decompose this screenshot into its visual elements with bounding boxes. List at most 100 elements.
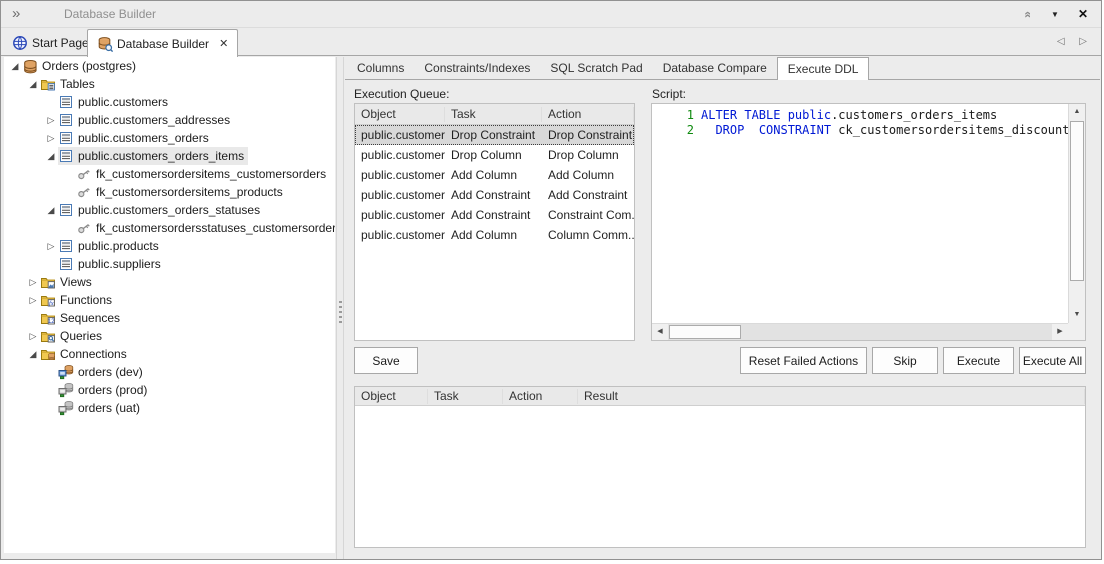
column-header-action[interactable]: Action bbox=[503, 389, 578, 404]
sql-text bbox=[701, 123, 715, 137]
tree-item-public-customers-orders[interactable]: ▷public.customers_orders bbox=[4, 129, 335, 147]
expander-expanded-icon[interactable]: ◢ bbox=[26, 79, 40, 90]
expander-expanded-icon[interactable]: ◢ bbox=[44, 151, 58, 162]
column-header-result[interactable]: Result bbox=[578, 389, 1085, 404]
script-label: Script: bbox=[652, 87, 686, 101]
tree-item-fk-customersordersstatuses-customersorders[interactable]: fk_customersordersstatuses_customersorde… bbox=[4, 219, 335, 237]
expander-expanded-icon[interactable]: ◢ bbox=[26, 349, 40, 360]
tab-constraints-indexes[interactable]: Constraints/Indexes bbox=[414, 57, 540, 79]
tree-item-body: public.customers_orders_statuses bbox=[58, 201, 264, 219]
sql-line: 1ALTER TABLE public.customers_orders_ite… bbox=[652, 108, 1068, 123]
panel-menu-dropdown-icon[interactable]: ▼ bbox=[1043, 1, 1067, 28]
queue-row[interactable]: public.customer...Drop ConstraintDrop Co… bbox=[355, 125, 634, 145]
expander-expanded-icon[interactable]: ◢ bbox=[8, 61, 22, 72]
queue-row[interactable]: public.customer...Add ColumnColumn Comm.… bbox=[355, 225, 634, 245]
tree-item-label: Connections bbox=[60, 347, 127, 361]
scroll-left-icon[interactable]: ◀ bbox=[652, 324, 668, 340]
expander-collapsed-icon[interactable]: ▷ bbox=[26, 277, 40, 288]
tree-item-fk-customersordersitems-customersorders[interactable]: fk_customersordersitems_customersorders bbox=[4, 165, 335, 183]
tree-item-orders-postgres[interactable]: ◢Orders (postgres) bbox=[4, 57, 335, 75]
tree-item-orders-dev[interactable]: orders (dev) bbox=[4, 363, 335, 381]
tab-columns[interactable]: Columns bbox=[347, 57, 414, 79]
tree-item-orders-uat[interactable]: orders (uat) bbox=[4, 399, 335, 417]
tree-item-label: orders (uat) bbox=[78, 401, 140, 415]
tree-item-orders-prod[interactable]: orders (prod) bbox=[4, 381, 335, 399]
tab-execute-ddl[interactable]: Execute DDL bbox=[777, 57, 870, 80]
skip-button[interactable]: Skip bbox=[872, 347, 938, 374]
tab-nav-arrows-icon[interactable]: ◁ ▷ bbox=[1057, 36, 1093, 47]
execute-button[interactable]: Execute bbox=[943, 347, 1014, 374]
tree-item-label: public.customers_addresses bbox=[78, 113, 230, 127]
tree-item-body: public.suppliers bbox=[58, 255, 165, 273]
tab-close-icon[interactable]: ✕ bbox=[219, 37, 228, 50]
vertical-scroll-thumb[interactable] bbox=[1070, 121, 1084, 281]
tree-item-public-customers-orders-statuses[interactable]: ◢public.customers_orders_statuses bbox=[4, 201, 335, 219]
scroll-up-icon[interactable]: ▲ bbox=[1069, 104, 1085, 120]
expander-collapsed-icon[interactable]: ▷ bbox=[26, 295, 40, 306]
expander-collapsed-icon[interactable]: ▷ bbox=[44, 115, 58, 126]
table-icon bbox=[58, 130, 74, 146]
close-panel-icon[interactable]: ✕ bbox=[1071, 1, 1095, 28]
column-header-object[interactable]: Object bbox=[355, 389, 428, 404]
sql-keyword: CONSTRAINT bbox=[759, 123, 831, 137]
tree-item-tables[interactable]: ◢ Tables bbox=[4, 75, 335, 93]
queue-cell: Constraint Com... bbox=[542, 208, 634, 222]
functions-folder-icon: fx bbox=[40, 292, 56, 308]
tree-item-label: Tables bbox=[60, 77, 95, 91]
tree-item-body: fxFunctions bbox=[40, 291, 116, 309]
sql-text: ck_customersordersitems_discount bbox=[838, 123, 1068, 137]
tree-item-public-suppliers[interactable]: public.suppliers bbox=[4, 255, 335, 273]
column-header-object[interactable]: Object bbox=[355, 107, 445, 122]
tree-item-public-customers-orders-items[interactable]: ◢public.customers_orders_items bbox=[4, 147, 335, 165]
database-icon bbox=[22, 58, 38, 74]
tree-item-views[interactable]: ▷Views bbox=[4, 273, 335, 291]
tree-item-public-customers[interactable]: public.customers bbox=[4, 93, 335, 111]
tree-item-label: fk_customersordersstatuses_customersorde… bbox=[96, 221, 335, 235]
queue-row[interactable]: public.customer...Drop ColumnDrop Column bbox=[355, 145, 634, 165]
tab-start-page[interactable]: Start Page bbox=[3, 29, 98, 56]
tree-item-functions[interactable]: ▷fxFunctions bbox=[4, 291, 335, 309]
jump-to-icon[interactable]: » bbox=[12, 5, 20, 22]
queue-row[interactable]: public.customer...Add ConstraintConstrai… bbox=[355, 205, 634, 225]
tree-item-queries[interactable]: ▷Queries bbox=[4, 327, 335, 345]
expander-collapsed-icon[interactable]: ▷ bbox=[44, 241, 58, 252]
collapse-panel-icon[interactable]: » bbox=[1015, 1, 1039, 28]
queue-cell: Column Comm... bbox=[542, 228, 634, 242]
queue-cell: Add Column bbox=[445, 168, 542, 182]
sql-code-area[interactable]: 1ALTER TABLE public.customers_orders_ite… bbox=[652, 104, 1068, 323]
column-header-task[interactable]: Task bbox=[445, 107, 542, 122]
tree-item-fk-customersordersitems-products[interactable]: fk_customersordersitems_products bbox=[4, 183, 335, 201]
script-vertical-scrollbar[interactable]: ▲ ▼ bbox=[1068, 104, 1085, 323]
tree-item-label: fk_customersordersitems_products bbox=[96, 185, 283, 199]
panel-splitter[interactable] bbox=[336, 57, 344, 559]
expander-collapsed-icon[interactable]: ▷ bbox=[44, 133, 58, 144]
table-icon bbox=[58, 148, 74, 164]
queue-cell: Add Constraint bbox=[542, 188, 634, 202]
queue-row[interactable]: public.customer...Add ColumnAdd Column bbox=[355, 165, 634, 185]
tree-item-public-customers-addresses[interactable]: ▷ public.customers_addresses bbox=[4, 111, 335, 129]
tree-item-body: fk_customersordersitems_customersorders bbox=[76, 165, 330, 183]
tab-sql-scratch-pad[interactable]: SQL Scratch Pad bbox=[540, 57, 652, 79]
scrollbar-corner bbox=[1068, 323, 1085, 340]
tree-item-sequences[interactable]: 12Sequences bbox=[4, 309, 335, 327]
horizontal-scroll-thumb[interactable] bbox=[669, 325, 741, 339]
tab-label: Start Page bbox=[32, 36, 89, 50]
queue-row[interactable]: public.customer...Add ConstraintAdd Cons… bbox=[355, 185, 634, 205]
scroll-down-icon[interactable]: ▼ bbox=[1069, 307, 1085, 323]
tab-database-builder[interactable]: Database Builder ✕ bbox=[87, 29, 238, 57]
column-header-action[interactable]: Action bbox=[542, 107, 634, 122]
reset-failed-actions-button[interactable]: Reset Failed Actions bbox=[740, 347, 867, 374]
execution-queue-grid: Object Task Action public.customer...Dro… bbox=[354, 103, 635, 341]
execute-all-button[interactable]: Execute All bbox=[1019, 347, 1086, 374]
tab-database-compare[interactable]: Database Compare bbox=[653, 57, 777, 79]
column-header-task[interactable]: Task bbox=[428, 389, 503, 404]
tree-item-public-products[interactable]: ▷public.products bbox=[4, 237, 335, 255]
results-body bbox=[355, 407, 1085, 547]
queue-cell: Drop Column bbox=[542, 148, 634, 162]
scroll-right-icon[interactable]: ▶ bbox=[1052, 324, 1068, 340]
tree-item-connections[interactable]: ◢ Connections bbox=[4, 345, 335, 363]
save-button[interactable]: Save bbox=[354, 347, 418, 374]
expander-collapsed-icon[interactable]: ▷ bbox=[26, 331, 40, 342]
script-horizontal-scrollbar[interactable]: ◀ ▶ bbox=[652, 323, 1068, 340]
expander-expanded-icon[interactable]: ◢ bbox=[44, 205, 58, 216]
